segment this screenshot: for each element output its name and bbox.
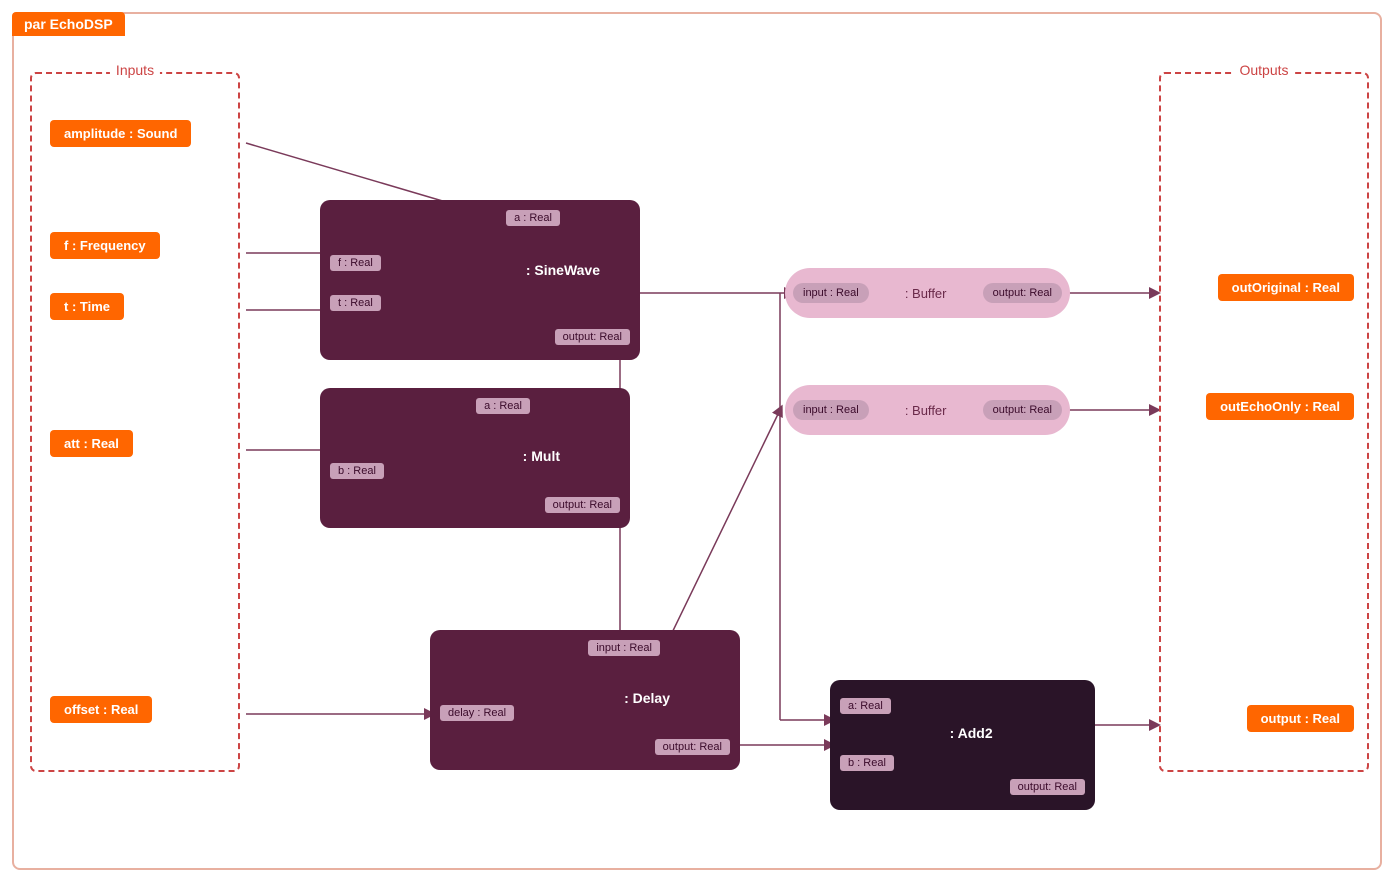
buffer2-label: : Buffer: [869, 403, 983, 418]
input-f[interactable]: f : Frequency: [50, 232, 160, 259]
mult-port-b: b : Real: [330, 463, 384, 479]
mult-node[interactable]: a : Real b : Real : Mult output: Real: [320, 388, 630, 528]
output-original[interactable]: outOriginal : Real: [1218, 274, 1354, 301]
input-t[interactable]: t : Time: [50, 293, 124, 320]
add2-port-a: a: Real: [840, 698, 891, 714]
mult-port-a: a : Real: [476, 398, 530, 414]
input-amplitude[interactable]: amplitude : Sound: [50, 120, 191, 147]
buffer1-label: : Buffer: [869, 286, 983, 301]
sinewave-node[interactable]: a : Real f : Real t : Real : SineWave ou…: [320, 200, 640, 360]
add2-title: : Add2: [950, 725, 993, 741]
sinewave-port-f: f : Real: [330, 255, 381, 271]
outputs-label: Outputs: [1233, 62, 1294, 78]
sinewave-port-t: t : Real: [330, 295, 381, 311]
input-att[interactable]: att : Real: [50, 430, 133, 457]
buffer1-input-port: input : Real: [793, 283, 869, 303]
buffer2-input-port: input : Real: [793, 400, 869, 420]
output-main[interactable]: output : Real: [1247, 705, 1354, 732]
canvas: par EchoDSP: [0, 0, 1399, 887]
buffer2-output-port: output: Real: [983, 400, 1062, 420]
delay-port-delay: delay : Real: [440, 705, 514, 721]
mult-title: : Mult: [523, 448, 560, 464]
delay-node[interactable]: input : Real delay : Real : Delay output…: [430, 630, 740, 770]
delay-title: : Delay: [624, 690, 670, 706]
inputs-label: Inputs: [110, 62, 160, 78]
title-tag: par EchoDSP: [12, 12, 125, 36]
add2-node[interactable]: a: Real b : Real : Add2 output: Real: [830, 680, 1095, 810]
outputs-box: Outputs: [1159, 72, 1369, 772]
input-offset[interactable]: offset : Real: [50, 696, 152, 723]
sinewave-title: : SineWave: [526, 262, 600, 278]
output-echo[interactable]: outEchoOnly : Real: [1206, 393, 1354, 420]
mult-output: output: Real: [545, 497, 620, 513]
delay-output: output: Real: [655, 739, 730, 755]
sinewave-output: output: Real: [555, 329, 630, 345]
sinewave-port-a: a : Real: [506, 210, 560, 226]
buffer1-output-port: output: Real: [983, 283, 1062, 303]
add2-port-b: b : Real: [840, 755, 894, 771]
add2-output: output: Real: [1010, 779, 1085, 795]
inputs-box: Inputs: [30, 72, 240, 772]
delay-port-input: input : Real: [588, 640, 660, 656]
buffer1-node[interactable]: input : Real : Buffer output: Real: [785, 268, 1070, 318]
buffer2-node[interactable]: input : Real : Buffer output: Real: [785, 385, 1070, 435]
